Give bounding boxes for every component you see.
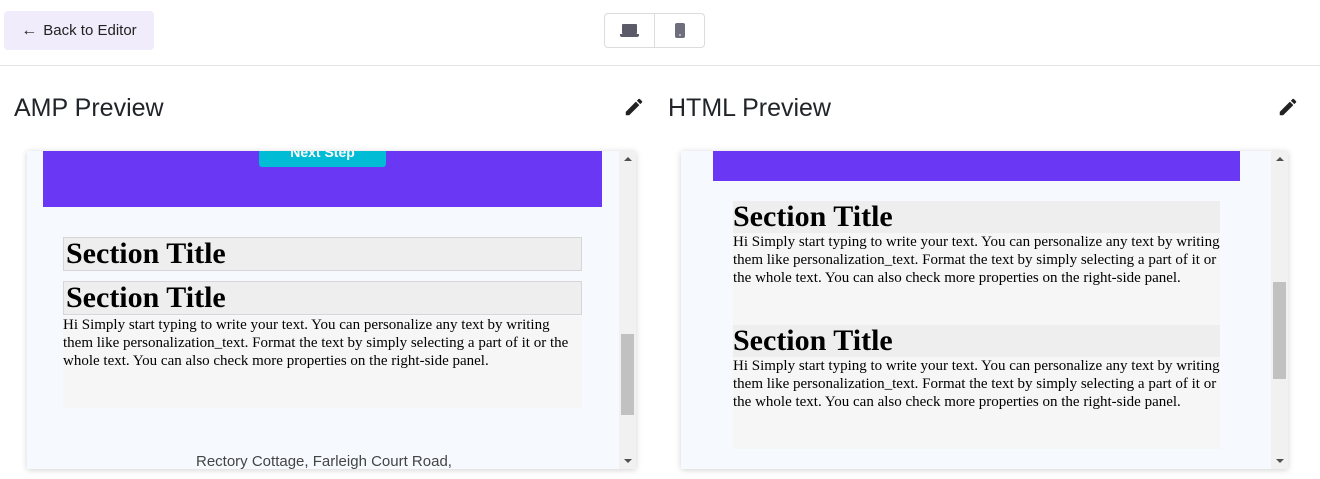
back-button-label: Back to Editor xyxy=(43,22,137,39)
amp-section-title-1: Section Title xyxy=(66,237,226,270)
amp-footer-address: Rectory Cottage, Farleigh Court Road, xyxy=(196,453,452,469)
scroll-up-arrow-icon[interactable] xyxy=(1276,157,1284,161)
amp-scrollbar[interactable] xyxy=(619,151,636,469)
html-banner xyxy=(713,151,1240,181)
device-toggle xyxy=(604,13,705,48)
html-scroll-thumb[interactable] xyxy=(1273,282,1286,379)
back-to-editor-button[interactable]: ← Back to Editor xyxy=(4,11,154,50)
html-section-title-box-1: Section Title xyxy=(733,201,1220,233)
amp-edit-pencil-icon[interactable] xyxy=(623,96,645,118)
amp-body-text: Hi Simply start typing to write your tex… xyxy=(63,316,582,408)
html-section-title-1: Section Title xyxy=(733,200,893,233)
mobile-icon xyxy=(674,23,685,38)
amp-preview-title: AMP Preview xyxy=(14,94,164,122)
html-section-title-box-2: Section Title xyxy=(733,325,1220,357)
scroll-down-arrow-icon[interactable] xyxy=(1276,459,1284,463)
html-preview-frame[interactable]: Section Title Hi Simply start typing to … xyxy=(681,151,1288,469)
amp-preview-frame[interactable]: Next Step Section Title Section Title Hi… xyxy=(27,151,636,469)
amp-scroll-thumb[interactable] xyxy=(621,334,634,415)
laptop-icon xyxy=(620,24,639,37)
amp-section-title-2: Section Title xyxy=(66,281,226,314)
arrow-left-icon: ← xyxy=(21,21,38,39)
html-body-text-2: Hi Simply start typing to write your tex… xyxy=(733,357,1220,449)
scroll-down-arrow-icon[interactable] xyxy=(624,459,632,463)
html-body-text-1: Hi Simply start typing to write your tex… xyxy=(733,233,1220,325)
desktop-view-button[interactable] xyxy=(605,14,654,47)
amp-section-title-box-2: Section Title xyxy=(63,281,582,315)
mobile-view-button[interactable] xyxy=(654,14,704,47)
amp-section-title-box-1: Section Title xyxy=(63,237,582,271)
html-edit-pencil-icon[interactable] xyxy=(1277,96,1299,118)
html-scrollbar[interactable] xyxy=(1271,151,1288,469)
html-section-title-2: Section Title xyxy=(733,324,893,357)
scroll-up-arrow-icon[interactable] xyxy=(624,157,632,161)
html-preview-title: HTML Preview xyxy=(668,94,831,122)
next-step-button[interactable]: Next Step xyxy=(259,151,386,167)
top-toolbar: ← Back to Editor xyxy=(0,0,1320,66)
